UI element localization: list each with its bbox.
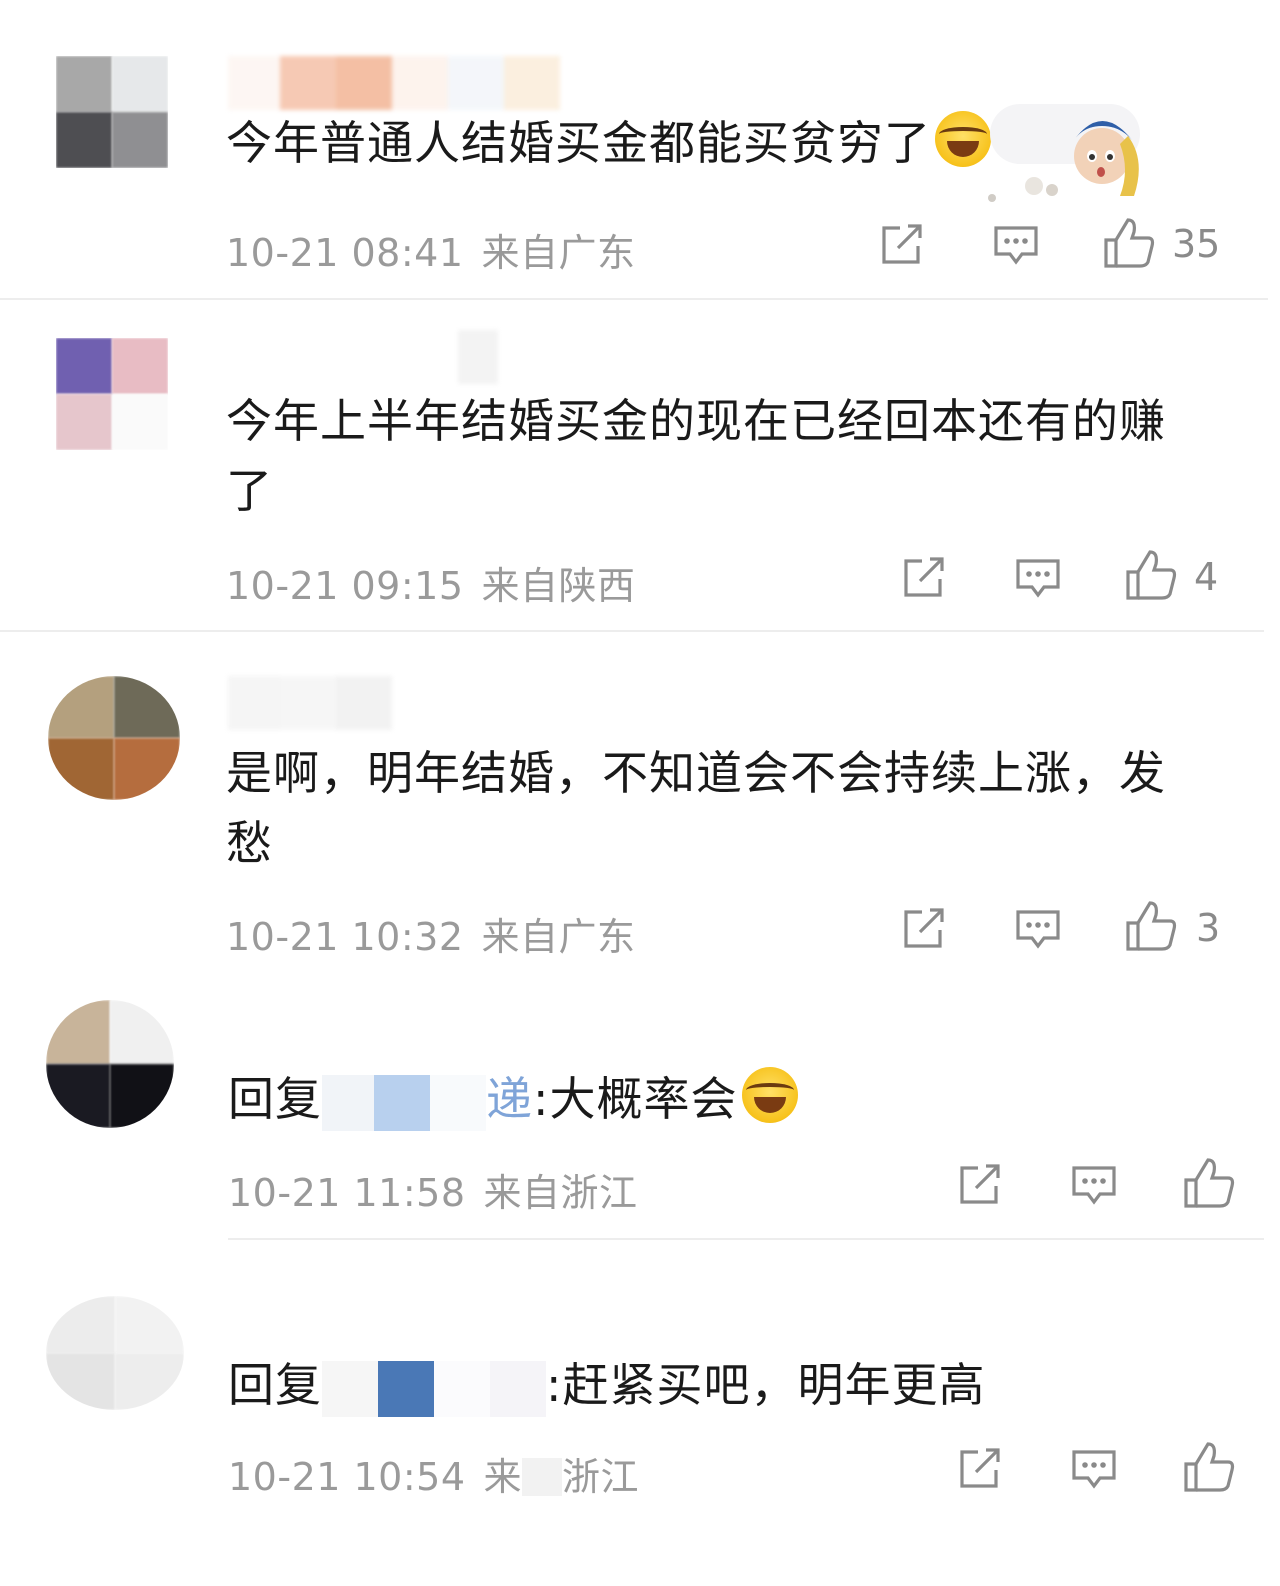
mention-blurred[interactable] [490,1360,546,1417]
comment-icon[interactable] [1070,1444,1118,1492]
share-icon[interactable] [878,220,926,268]
comment-meta: 10-21 11:58 来自浙江 [228,1162,638,1217]
mention-blurred[interactable] [430,1074,486,1131]
avatar[interactable] [48,676,180,800]
location-blurred [522,1458,563,1496]
avatar[interactable] [56,56,168,168]
comment-meta: 10-21 09:15 来自陕西 [226,555,636,610]
avatar[interactable] [46,1000,174,1128]
timestamp: 10-21 10:54 [228,1455,466,1499]
like-icon[interactable] [1102,216,1156,270]
avatar[interactable] [56,338,168,450]
share-icon[interactable] [900,553,948,601]
comment-meta: 10-21 08:41 来自广东 [226,222,636,277]
divider [228,1238,1264,1240]
comment-text: 今年普通人结婚买金都能买贫穷了 [226,108,991,178]
mention-blurred[interactable] [434,1360,490,1417]
share-icon[interactable] [956,1444,1004,1492]
mention-blurred[interactable] [322,1360,378,1417]
mention-blurred[interactable] [374,1074,430,1131]
comment-icon[interactable] [1014,553,1062,601]
like-icon[interactable] [1124,899,1178,953]
like-icon[interactable] [1124,548,1178,602]
like-count: 4 [1194,555,1219,599]
timestamp: 10-21 08:41 [226,231,464,275]
comment-text: 是啊，明年结婚，不知道会不会持续上涨，发 愁 [226,746,1166,870]
mention-blurred[interactable] [322,1074,374,1131]
username-blurred[interactable] [228,676,392,730]
username-blurred[interactable] [228,330,498,384]
reply-prefix: 回复 [228,1072,322,1126]
like-count: 3 [1196,906,1221,950]
divider [0,630,1264,632]
share-icon[interactable] [956,1160,1004,1208]
like-icon[interactable] [1182,1440,1236,1494]
location: 来自陕西 [481,564,636,608]
like-icon[interactable] [1182,1156,1236,1210]
timestamp: 10-21 09:15 [226,564,464,608]
share-icon[interactable] [900,904,948,952]
divider [0,298,1268,300]
reply-prefix: 回复 [228,1358,322,1412]
comment-icon[interactable] [992,220,1040,268]
comment-meta: 10-21 10:32 来自广东 [226,906,636,961]
comment-item: 今年普通人结婚买金都能买贫穷了 10-21 08:41 来自广东 35 [0,0,1280,300]
like-count: 35 [1172,222,1221,266]
location: 来自广东 [481,231,636,275]
timestamp: 10-21 10:32 [226,915,464,959]
mention-blurred[interactable] [378,1360,434,1417]
comment-text: 回复:赶紧买吧，明年更高 [228,1350,986,1420]
username-blurred[interactable] [228,56,560,110]
location: 来 [483,1455,523,1499]
mention-tail[interactable]: 递 [486,1072,533,1126]
comment-meta: 10-21 10:54 来浙江 [228,1446,639,1501]
timestamp: 10-21 11:58 [228,1171,466,1215]
sticker-girl-pearl-earring [988,104,1140,202]
comment-icon[interactable] [1014,904,1062,952]
comment-text: 今年上半年结婚买金的现在已经回本还有的赚 了 [226,394,1166,518]
comment-text: 回复 递:大概率会 [228,1064,798,1134]
location-tail: 浙江 [562,1455,640,1499]
laugh-cry-emoji [741,1067,798,1123]
avatar[interactable] [46,1296,184,1410]
location: 来自浙江 [483,1171,638,1215]
location: 来自广东 [481,915,636,959]
comment-icon[interactable] [1070,1160,1118,1208]
